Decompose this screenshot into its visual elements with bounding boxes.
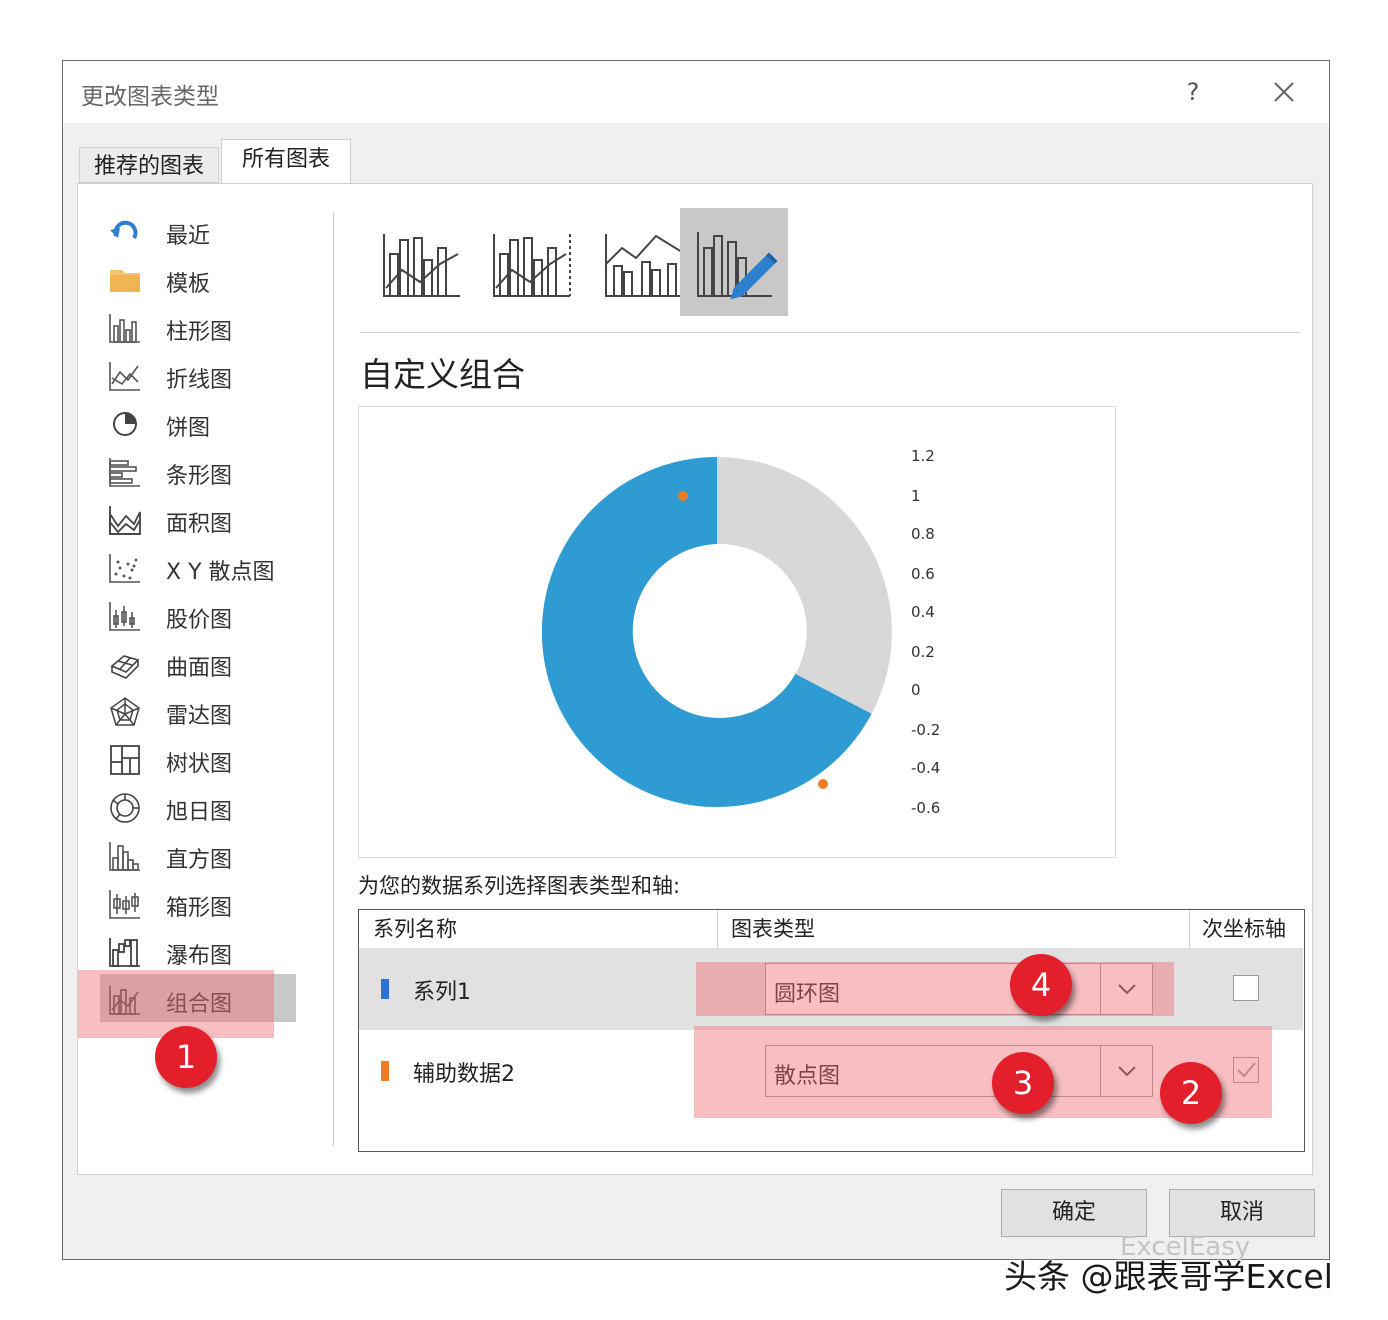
series-color-swatch — [381, 979, 389, 999]
watermark: 头条 @跟表哥学Excel — [1004, 1257, 1333, 1296]
sidebar-item-box-whisker[interactable]: 箱形图 — [78, 882, 318, 926]
tab-recommended-charts[interactable]: 推荐的图表 — [79, 147, 219, 183]
series-prompt: 为您的数据系列选择图表类型和轴: — [358, 874, 681, 898]
sidebar-item-label: 模板 — [166, 272, 211, 297]
sidebar-item-histogram[interactable]: 直方图 — [78, 834, 318, 878]
sidebar-item-label: 股价图 — [166, 608, 233, 633]
axis-tick-label: 1.2 — [911, 447, 935, 465]
folder-icon — [110, 270, 140, 292]
sidebar-item-column[interactable]: 柱形图 — [78, 306, 318, 350]
sidebar-item-label: 树状图 — [166, 752, 233, 777]
scatter-point — [818, 779, 828, 789]
sidebar-item-label: 曲面图 — [166, 656, 233, 681]
sidebar-item-label: X Y 散点图 — [166, 560, 275, 585]
annotation-badge: 3 — [992, 1052, 1054, 1114]
axis-tick-label: -0.6 — [911, 799, 940, 817]
combo-type-custom[interactable] — [680, 208, 788, 316]
sidebar-item-scatter[interactable]: X Y 散点图 — [78, 546, 318, 590]
sidebar-item-label: 折线图 — [166, 368, 233, 393]
sidebar-item-label: 瀑布图 — [166, 944, 233, 969]
sidebar-item-treemap[interactable]: 树状图 — [78, 738, 318, 782]
dialog-title: 更改图表类型 — [81, 84, 219, 110]
annotation-highlight — [696, 962, 1174, 1016]
bar-chart-icon — [109, 458, 140, 487]
column-chart-icon — [109, 314, 140, 343]
series-name: 系列1 — [413, 980, 471, 1005]
axis-tick-label: 1 — [911, 487, 921, 505]
column-header-secondary-axis: 次坐标轴 — [1202, 917, 1286, 941]
axis-tick-label: 0 — [911, 681, 921, 699]
axis-tick-label: 0.6 — [911, 565, 935, 583]
column-header-chart-type: 图表类型 — [731, 917, 815, 941]
column-separator — [1189, 910, 1190, 948]
series-color-swatch — [381, 1061, 389, 1081]
recent-icon — [110, 220, 138, 240]
sidebar-item-bar[interactable]: 条形图 — [78, 450, 318, 494]
ok-button[interactable]: 确定 — [1001, 1189, 1147, 1237]
sidebar-item-waterfall[interactable]: 瀑布图 — [78, 930, 318, 974]
combo-type-clustered-column-line[interactable] — [368, 208, 476, 316]
combo-type-column-line-secondary[interactable] — [480, 208, 588, 316]
histogram-chart-icon — [109, 842, 140, 871]
sidebar-item-pie[interactable]: 饼图 — [78, 402, 318, 446]
sidebar-item-label: 最近 — [166, 224, 211, 249]
chart-preview: 1.2 1 0.8 0.6 0.4 0.2 0 -0.2 -0.4 -0.6 — [358, 406, 1116, 858]
sidebar-item-area[interactable]: 面积图 — [78, 498, 318, 542]
close-icon — [1274, 82, 1294, 102]
series-name: 辅助数据2 — [413, 1062, 515, 1087]
area-chart-icon — [109, 506, 141, 535]
sunburst-chart-icon — [110, 793, 140, 823]
cancel-button[interactable]: 取消 — [1169, 1189, 1315, 1237]
annotation-badge: 4 — [1010, 954, 1072, 1016]
help-button[interactable]: ? — [1179, 75, 1207, 109]
column-header-series-name: 系列名称 — [373, 917, 457, 941]
radar-chart-icon — [110, 697, 140, 726]
pie-chart-icon — [113, 412, 137, 436]
axis-tick-label: 0.2 — [911, 643, 935, 661]
subtype-divider — [360, 332, 1300, 333]
sidebar-item-label: 旭日图 — [166, 800, 233, 825]
surface-chart-icon — [110, 655, 140, 679]
sidebar-item-surface[interactable]: 曲面图 — [78, 642, 318, 686]
axis-tick-label: 0.4 — [911, 603, 935, 621]
axis-tick-label: -0.2 — [911, 721, 940, 739]
combo-subtype-title: 自定义组合 — [360, 355, 525, 394]
sidebar-item-label: 箱形图 — [166, 896, 233, 921]
sidebar-item-label: 直方图 — [166, 848, 233, 873]
secondary-axis-checkbox[interactable] — [1233, 975, 1259, 1001]
column-separator — [717, 910, 718, 948]
sidebar-item-label: 雷达图 — [166, 704, 233, 729]
scatter-chart-icon — [109, 554, 140, 583]
sidebar-item-templates[interactable]: 模板 — [78, 258, 318, 302]
sidebar-item-stock[interactable]: 股价图 — [78, 594, 318, 638]
line-chart-icon — [109, 362, 140, 391]
sidebar-item-sunburst[interactable]: 旭日图 — [78, 786, 318, 830]
preview-chart-svg: 1.2 1 0.8 0.6 0.4 0.2 0 -0.2 -0.4 -0.6 — [541, 447, 940, 817]
close-button[interactable] — [1267, 75, 1301, 109]
annotation-badge: 2 — [1160, 1062, 1222, 1124]
clustered-column-line-secondary-axis-icon — [493, 234, 571, 297]
box-chart-icon — [109, 890, 140, 919]
sidebar-item-recent[interactable]: 最近 — [78, 210, 318, 254]
clustered-column-line-icon — [383, 234, 460, 297]
tab-all-charts[interactable]: 所有图表 — [221, 139, 351, 185]
sidebar-item-radar[interactable]: 雷达图 — [78, 690, 318, 734]
sidebar-divider — [333, 212, 334, 1146]
sidebar-item-label: 面积图 — [166, 512, 233, 537]
sidebar-item-label: 柱形图 — [166, 320, 233, 345]
axis-tick-label: -0.4 — [911, 759, 940, 777]
treemap-chart-icon — [110, 745, 140, 775]
stock-chart-icon — [109, 602, 140, 631]
axis-tick-label: 0.8 — [911, 525, 935, 543]
title-bar: 更改图表类型 ? — [63, 61, 1329, 123]
donut-slice-gray — [717, 457, 892, 714]
annotation-badge: 1 — [155, 1026, 217, 1088]
sidebar-item-label: 饼图 — [166, 416, 211, 441]
sidebar-item-label: 条形图 — [166, 464, 233, 489]
custom-combination-icon — [697, 232, 778, 300]
sidebar-item-line[interactable]: 折线图 — [78, 354, 318, 398]
waterfall-chart-icon — [109, 938, 140, 967]
scatter-point — [678, 491, 688, 501]
